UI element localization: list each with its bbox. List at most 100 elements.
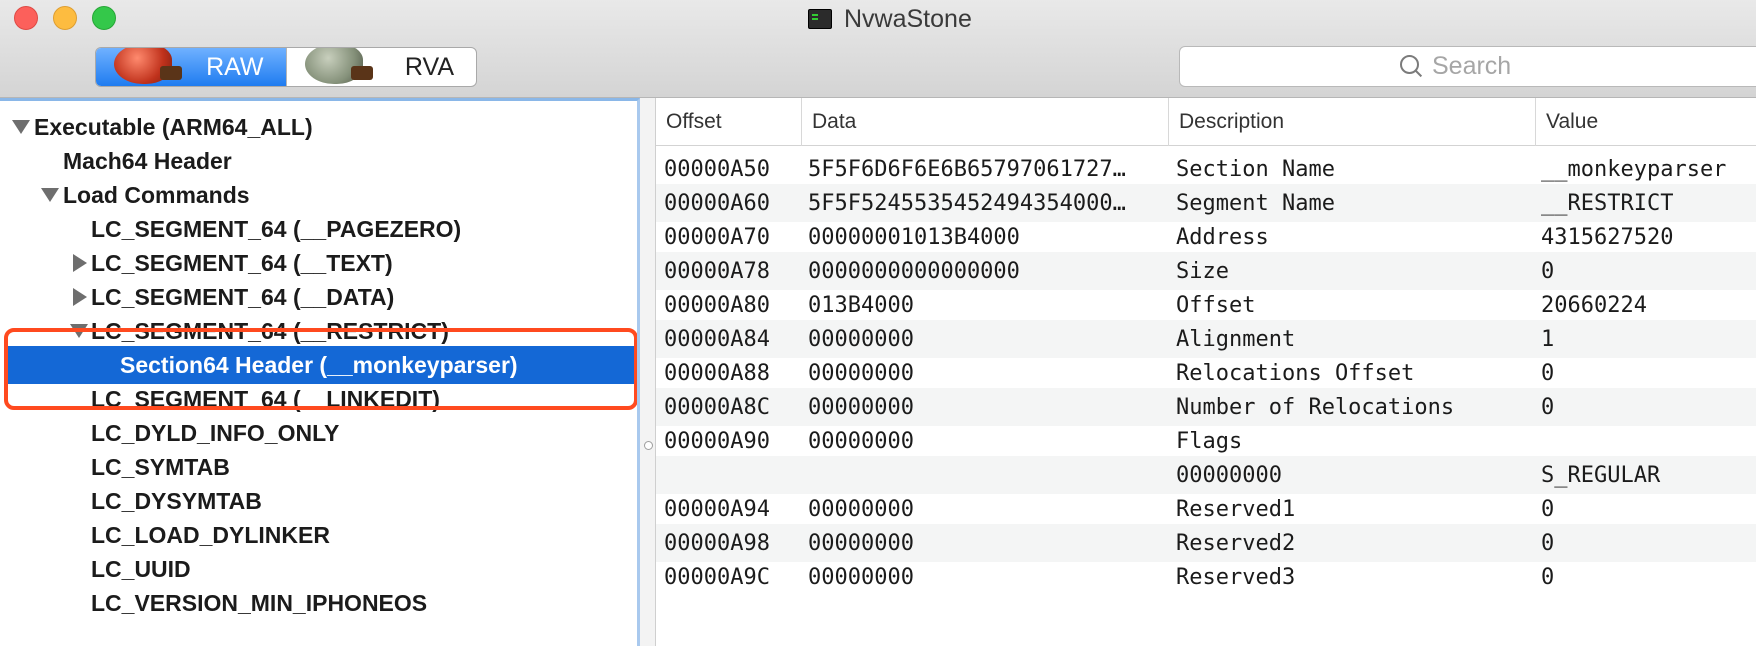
tree-item-load-commands[interactable]: Load Commands <box>0 176 634 214</box>
offset-cell <box>664 456 799 494</box>
search-input[interactable] <box>1432 52 1732 81</box>
tree-item-load-dylinker[interactable]: LC_LOAD_DYLINKER <box>0 516 634 554</box>
tree-item-label: LC_DYLD_INFO_ONLY <box>91 419 340 446</box>
value-cell: 4315627520 <box>1541 224 1674 250</box>
description-cell: Alignment <box>1176 326 1296 352</box>
table-row[interactable]: 00000A9C 00000000 Reserved3 0 <box>656 558 1756 596</box>
table-row[interactable]: 00000A84 00000000 Alignment 1 <box>656 320 1756 358</box>
disclosure-collapsed-icon[interactable] <box>73 288 87 306</box>
tree-item-uuid[interactable]: LC_UUID <box>0 550 634 588</box>
description-cell: Size <box>1176 258 1229 284</box>
table-row[interactable]: 00000A90 00000000 Flags <box>656 422 1756 460</box>
table-row[interactable]: 00000A8C 00000000 Number of Relocations 0 <box>656 388 1756 426</box>
tree-item-label: LC_UUID <box>91 555 191 582</box>
tree-item-label: LC_LOAD_DYLINKER <box>91 521 330 548</box>
description-cell: 00000000 <box>1176 462 1282 488</box>
description-cell: Address <box>1176 224 1269 250</box>
offset-cell: 00000A70 <box>664 224 770 250</box>
zoom-window-button[interactable] <box>92 6 116 30</box>
tree-item-label: LC_SEGMENT_64 (__TEXT) <box>91 249 393 276</box>
value-cell: 0 <box>1541 394 1555 420</box>
column-header-offset[interactable]: Offset <box>656 98 801 146</box>
value-cell: 0 <box>1541 360 1555 386</box>
offset-cell: 00000A50 <box>664 156 770 182</box>
data-cell: 00000000 <box>808 564 914 590</box>
tree-item-version-min-iphoneos[interactable]: LC_VERSION_MIN_IPHONEOS <box>0 584 634 622</box>
table-row[interactable]: 00000A70 00000001013B4000 Address 431562752… <box>656 218 1756 256</box>
split-view-divider[interactable] <box>640 98 656 646</box>
value-cell: __monkeyparser <box>1541 156 1727 182</box>
tree-item-label: Mach64 Header <box>63 147 232 174</box>
data-cell: 0000000000000000 <box>808 258 1020 284</box>
tree-item-segment-restrict[interactable]: LC_SEGMENT_64 (__RESTRICT) <box>0 312 634 350</box>
table-row[interactable]: 00000A98 00000000 Reserved2 0 <box>656 524 1756 562</box>
terminal-icon <box>808 9 832 29</box>
disclosure-expanded-icon[interactable] <box>70 324 88 338</box>
description-cell: Flags <box>1176 428 1243 454</box>
data-cell: 013B4000 <box>808 292 914 318</box>
description-cell: Reserved2 <box>1176 530 1296 556</box>
mode-segmented-control: RAW RVA <box>95 47 477 87</box>
value-cell: __RESTRICT <box>1541 190 1674 216</box>
tree-item-executable[interactable]: Executable (ARM64_ALL) <box>0 108 634 146</box>
close-window-button[interactable] <box>14 6 38 30</box>
description-cell: Number of Relocations <box>1176 394 1455 420</box>
tree-item-dyld-info-only[interactable]: LC_DYLD_INFO_ONLY <box>0 414 634 452</box>
column-header-value[interactable]: Value <box>1535 98 1756 146</box>
column-header-data[interactable]: Data <box>801 98 1168 146</box>
tree-item-segment-linkedit[interactable]: LC_SEGMENT_64 (__LINKEDIT) <box>0 380 634 418</box>
rva-mode-button[interactable]: RVA <box>285 48 477 86</box>
tree-item-segment-data[interactable]: LC_SEGMENT_64 (__DATA) <box>0 278 634 316</box>
table-row[interactable]: 00000000 S_REGULAR <box>656 456 1756 494</box>
column-header-description[interactable]: Description <box>1168 98 1535 146</box>
data-cell: 5F5F6D6F6E6B65797061727… <box>808 156 1126 182</box>
offset-cell: 00000A84 <box>664 326 770 352</box>
data-cell: 00000000 <box>808 428 914 454</box>
data-cell: 5F5F5245535452494354000… <box>808 190 1126 216</box>
data-cell: 00000000 <box>808 394 914 420</box>
tree-item-label: Load Commands <box>63 181 250 208</box>
data-cell: 00000000 <box>808 326 914 352</box>
disclosure-expanded-icon[interactable] <box>41 188 59 202</box>
raw-mode-button[interactable]: RAW <box>96 48 286 86</box>
tree-item-label: LC_SEGMENT_64 (__DATA) <box>91 283 395 310</box>
offset-cell: 00000A9C <box>664 564 770 590</box>
value-cell: 0 <box>1541 496 1555 522</box>
tree-item-symtab[interactable]: LC_SYMTAB <box>0 448 634 486</box>
divider-handle-icon[interactable] <box>644 441 653 450</box>
offset-cell: 00000A98 <box>664 530 770 556</box>
title-bar: NvwaStone RAW RVA <box>0 0 1756 98</box>
search-field[interactable] <box>1179 46 1756 87</box>
table-row[interactable]: 00000A78 0000000000000000 Size 0 <box>656 252 1756 290</box>
disclosure-collapsed-icon[interactable] <box>73 254 87 272</box>
offset-cell: 00000A8C <box>664 394 770 420</box>
value-cell <box>1541 422 1756 460</box>
value-cell: S_REGULAR <box>1541 462 1661 488</box>
table-row[interactable]: 00000A80 013B4000 Offset 20660224 <box>656 286 1756 324</box>
tree-item-mach64-header[interactable]: Mach64 Header <box>0 142 634 180</box>
minimize-window-button[interactable] <box>53 6 77 30</box>
rva-mode-label: RVA <box>404 52 454 81</box>
tree-item-label: LC_VERSION_MIN_IPHONEOS <box>91 589 428 616</box>
tree-item-segment-pagezero[interactable]: LC_SEGMENT_64 (__PAGEZERO) <box>0 210 634 248</box>
tree-item-label: Section64 Header (__monkeyparser) <box>120 351 518 378</box>
offset-cell: 00000A94 <box>664 496 770 522</box>
tree-item-dysymtab[interactable]: LC_DYSYMTAB <box>0 482 634 520</box>
table-row[interactable]: 00000A50 5F5F6D6F6E6B65797061727… Section … <box>656 150 1756 188</box>
value-cell: 1 <box>1541 326 1555 352</box>
tree-item-section64-header-monkeyparser[interactable]: Section64 Header (__monkeyparser) <box>8 346 634 384</box>
disclosure-expanded-icon[interactable] <box>12 120 30 134</box>
table-row[interactable]: 00000A60 5F5F5245535452494354000… Segment … <box>656 184 1756 222</box>
description-cell: Reserved1 <box>1176 496 1296 522</box>
description-cell: Segment Name <box>1176 190 1335 216</box>
structure-tree: Executable (ARM64_ALL) Mach64 Header Loa… <box>0 98 640 646</box>
description-cell: Relocations Offset <box>1176 360 1415 386</box>
description-cell: Reserved3 <box>1176 564 1296 590</box>
data-cell: 00000000 <box>808 360 914 386</box>
table-row[interactable]: 00000A88 00000000 Relocations Offset 0 <box>656 354 1756 392</box>
table-row[interactable]: 00000A94 00000000 Reserved1 0 <box>656 490 1756 528</box>
tree-item-label: LC_SEGMENT_64 (__LINKEDIT) <box>91 385 440 412</box>
tree-item-segment-text[interactable]: LC_SEGMENT_64 (__TEXT) <box>0 244 634 282</box>
tree-item-label: LC_DYSYMTAB <box>91 487 262 514</box>
table-header: Offset Data Description Value <box>656 98 1756 146</box>
